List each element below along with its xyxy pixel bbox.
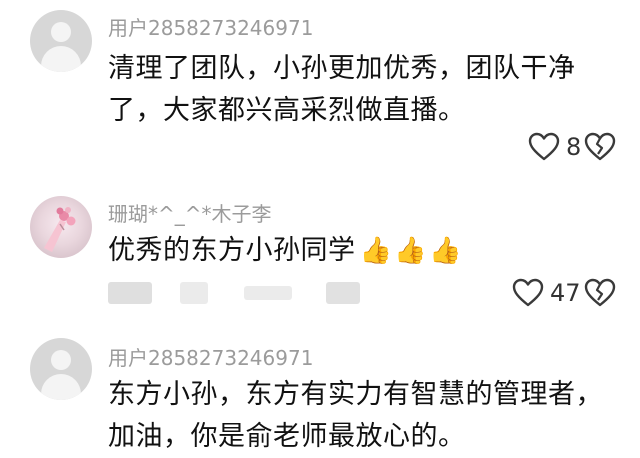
comment-username[interactable]: 珊瑚*^_^*木子李 (108, 198, 272, 227)
heart-outline-icon (512, 278, 544, 307)
thumbs-up-emoji-group: 👍👍👍 (360, 230, 465, 272)
comment-username[interactable]: 用户2858273246971 (108, 342, 313, 371)
comment-item: 用户2858273246971 东方小孙，东方有实力有智慧的管理者， 加油，你是… (0, 330, 640, 453)
dislike-button[interactable] (584, 132, 616, 166)
comment-item: 用户2858273246971 清理了团队，小孙更加优秀，团队干净 了，大家都兴… (0, 0, 640, 170)
blurred-reply-preview (108, 282, 388, 310)
comment-text-line: 优秀的东方小孙同学 (108, 235, 356, 266)
comment-actions: 8 (440, 132, 640, 172)
heart-outline-icon (528, 132, 560, 161)
comment-text: 清理了团队，小孙更加优秀，团队干净 了，大家都兴高采烈做直播。 (108, 48, 576, 132)
user-silhouette-icon (51, 350, 71, 370)
dislike-button[interactable] (584, 278, 616, 312)
flower-bouquet-icon (44, 207, 76, 252)
comment-item: 珊瑚*^_^*木子李 优秀的东方小孙同学 👍👍👍 47 (0, 170, 640, 330)
avatar[interactable] (30, 338, 92, 400)
comment-text-line: 清理了团队，小孙更加优秀，团队干净 (108, 53, 576, 84)
broken-heart-outline-icon (584, 278, 616, 307)
comment-text: 东方小孙，东方有实力有智慧的管理者， 加油，你是俞老师最放心的。 (108, 374, 603, 458)
comment-text-line: 加油，你是俞老师最放心的。 (108, 421, 466, 452)
avatar[interactable] (30, 10, 92, 72)
comment-text-line: 东方小孙，东方有实力有智慧的管理者， (108, 379, 603, 410)
comment-text-line: 了，大家都兴高采烈做直播。 (108, 95, 466, 126)
thumbs-up-icon: 👍 (359, 236, 393, 266)
comment-username[interactable]: 用户2858273246971 (108, 12, 313, 41)
like-count: 47 (550, 279, 581, 307)
like-button[interactable]: 8 (528, 132, 581, 162)
like-count: 8 (566, 133, 582, 161)
comment-text: 优秀的东方小孙同学 👍👍👍 (108, 230, 464, 272)
user-silhouette-icon (51, 22, 71, 42)
thumbs-up-icon: 👍 (429, 236, 463, 266)
avatar[interactable] (30, 196, 92, 258)
thumbs-up-icon: 👍 (394, 236, 428, 266)
comment-actions: 47 (440, 278, 640, 318)
like-button[interactable]: 47 (512, 278, 581, 308)
broken-heart-outline-icon (584, 132, 616, 161)
